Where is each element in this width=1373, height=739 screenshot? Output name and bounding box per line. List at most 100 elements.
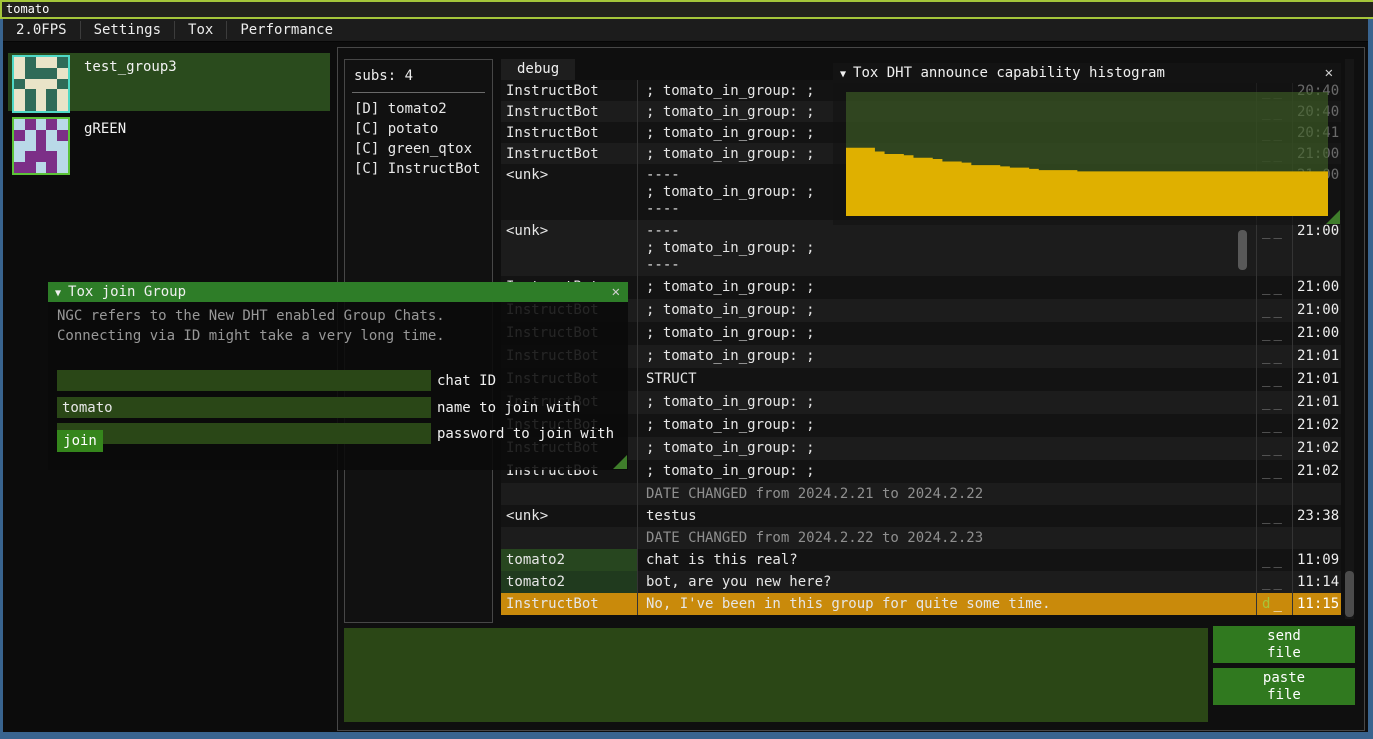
join-name-input[interactable] — [57, 397, 431, 418]
member-item[interactable]: [C] green_qtox — [345, 139, 492, 159]
close-icon[interactable]: ✕ — [612, 282, 620, 302]
timestamp: 21:00 — [1293, 220, 1340, 276]
message-text: No, I've been in this group for quite so… — [638, 593, 1257, 615]
delivery-status — [1257, 527, 1293, 549]
delivery-status: __ — [1257, 391, 1293, 414]
message-row[interactable]: <unk>testus__23:38 — [501, 505, 1341, 527]
sender-name: InstructBot — [501, 593, 638, 615]
chat-scrollbar-track[interactable] — [1345, 59, 1354, 619]
message-row[interactable]: tomato2chat is this real?__11:09 — [501, 549, 1341, 571]
message-row[interactable]: tomato2bot, are you new here?__11:14 — [501, 571, 1341, 593]
group-name: test_group3 — [70, 53, 177, 111]
menu-item-settings[interactable]: Settings — [81, 19, 174, 41]
dht-histogram-titlebar[interactable]: ▼Tox DHT announce capability histogram ✕ — [833, 63, 1341, 83]
paste-file-button[interactable]: paste file — [1213, 668, 1355, 705]
collapse-arrow-icon[interactable]: ▼ — [55, 288, 61, 299]
join-password-input[interactable] — [57, 423, 431, 444]
window-title: tomato — [6, 2, 49, 16]
member-item[interactable]: [C] InstructBot — [345, 159, 492, 179]
delivery-status: __ — [1257, 414, 1293, 437]
join-group-titlebar[interactable]: ▼ Tox join Group ✕ — [48, 282, 628, 302]
histogram-bars — [846, 92, 1328, 216]
message-text: ----; tomato_in_group: ;---- — [638, 220, 1257, 276]
window-border-bottom — [0, 732, 1373, 739]
subs-count: subs: 4 — [345, 60, 492, 90]
subs-separator — [352, 92, 485, 93]
group-item-test-group3[interactable]: test_group3 — [8, 53, 330, 111]
message-text: ; tomato_in_group: ; — [638, 437, 1257, 460]
sender-name: <unk> — [501, 505, 638, 527]
dht-histogram-window: ▼Tox DHT announce capability histogram ✕ — [833, 63, 1341, 225]
group-item-green[interactable]: gREEN — [8, 115, 330, 173]
group-avatar — [12, 55, 70, 113]
resize-grip-icon[interactable] — [613, 455, 627, 469]
message-text: ; tomato_in_group: ; — [638, 391, 1257, 414]
member-item[interactable]: [D] tomato2 — [345, 99, 492, 119]
group-name: gREEN — [70, 115, 126, 173]
collapse-arrow-icon[interactable]: ▼ — [840, 69, 846, 80]
member-item[interactable]: [C] potato — [345, 119, 492, 139]
message-text: testus — [638, 505, 1257, 527]
delivery-status: __ — [1257, 276, 1293, 299]
system-row[interactable]: DATE CHANGED from 2024.2.21 to 2024.2.22 — [501, 483, 1341, 505]
timestamp: 21:00 — [1293, 299, 1340, 322]
delivery-status: __ — [1257, 345, 1293, 368]
close-icon[interactable]: ✕ — [1325, 63, 1333, 83]
sender-name: <unk> — [501, 220, 638, 276]
send-file-button[interactable]: send file — [1213, 626, 1355, 663]
group-avatar — [12, 117, 70, 175]
sender-name: InstructBot — [501, 122, 638, 143]
chat-id-input[interactable] — [57, 370, 431, 391]
timestamp — [1293, 527, 1340, 549]
system-message-text: DATE CHANGED from 2024.2.21 to 2024.2.22 — [638, 483, 1257, 505]
timestamp: 21:02 — [1293, 414, 1340, 437]
message-text: bot, are you new here? — [638, 571, 1257, 593]
join-group-title: Tox join Group — [68, 284, 186, 300]
menu-item-2-0fps[interactable]: 2.0FPS — [3, 19, 80, 41]
message-input[interactable] — [344, 628, 1208, 722]
message-text: ; tomato_in_group: ; — [638, 460, 1257, 483]
resize-grip-icon[interactable] — [1326, 210, 1340, 224]
timestamp: 21:02 — [1293, 437, 1340, 460]
group-roster: test_group3gREEN — [8, 53, 330, 177]
delivery-status: __ — [1257, 322, 1293, 345]
menu-item-performance[interactable]: Performance — [227, 19, 346, 41]
sender-name: tomato2 — [501, 549, 638, 571]
join-group-window: ▼ Tox join Group ✕ NGC refers to the New … — [48, 282, 628, 470]
join-description-line1: NGC refers to the New DHT enabled Group … — [48, 302, 628, 326]
timestamp: 21:01 — [1293, 391, 1340, 414]
timestamp: 23:38 — [1293, 505, 1340, 527]
delivery-status: __ — [1257, 460, 1293, 483]
timestamp — [1293, 483, 1340, 505]
system-row[interactable]: DATE CHANGED from 2024.2.22 to 2024.2.23 — [501, 527, 1341, 549]
delivery-status: __ — [1257, 549, 1293, 571]
message-text: ; tomato_in_group: ; — [638, 322, 1257, 345]
timestamp: 11:14 — [1293, 571, 1340, 593]
chat-scrollbar-handle[interactable] — [1345, 571, 1354, 617]
tab-debug[interactable]: debug — [501, 59, 575, 80]
timestamp: 21:01 — [1293, 345, 1340, 368]
delivery-status: __ — [1257, 368, 1293, 391]
message-text: STRUCT — [638, 368, 1257, 391]
dht-histogram-plot — [846, 92, 1328, 216]
delivery-status — [1257, 483, 1293, 505]
timestamp: 11:15 — [1293, 593, 1340, 615]
message-row[interactable]: <unk>----; tomato_in_group: ;----__21:00 — [501, 220, 1341, 276]
delivery-status: __ — [1257, 220, 1293, 276]
menu-item-tox[interactable]: Tox — [175, 19, 226, 41]
member-list: [D] tomato2[C] potato[C] green_qtox[C] I… — [345, 99, 492, 179]
delivery-status: d_ — [1257, 593, 1293, 615]
message-text: ; tomato_in_group: ; — [638, 414, 1257, 437]
join-button[interactable]: join — [57, 430, 103, 452]
join-description-line2: Connecting via ID might take a very long… — [48, 326, 628, 346]
message-text: ; tomato_in_group: ; — [638, 276, 1257, 299]
timestamp: 21:00 — [1293, 322, 1340, 345]
dht-histogram-body — [833, 83, 1341, 225]
message-row[interactable]: InstructBotNo, I've been in this group f… — [501, 593, 1341, 615]
window-titlebar[interactable]: tomato — [0, 0, 1373, 19]
join-group-body: NGC refers to the New DHT enabled Group … — [48, 302, 628, 470]
join-password-label: password to join with — [431, 426, 614, 442]
delivery-status: __ — [1257, 299, 1293, 322]
message-cell-scrollbar-handle[interactable] — [1238, 230, 1247, 270]
delivery-status: __ — [1257, 505, 1293, 527]
